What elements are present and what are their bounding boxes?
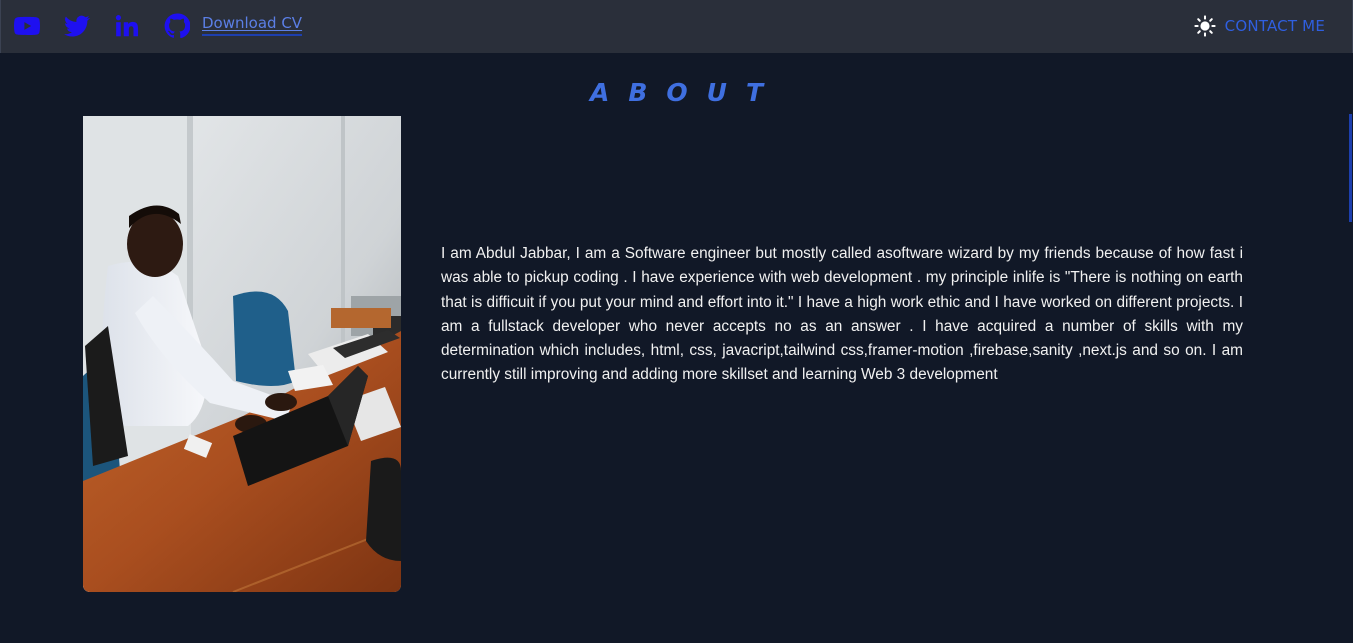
github-icon[interactable] [164, 13, 190, 39]
linkedin-icon[interactable] [114, 13, 140, 39]
contact-me-button[interactable]: CONTACT ME [1225, 17, 1325, 35]
navbar: Download CV CONTACT ME [0, 0, 1353, 53]
download-cv-link[interactable]: Download CV [202, 14, 303, 36]
profile-photo [83, 116, 401, 592]
scrollbar[interactable] [1349, 114, 1352, 222]
twitter-icon[interactable] [64, 13, 90, 39]
header-actions: CONTACT ME [1194, 14, 1325, 38]
sun-icon[interactable] [1194, 15, 1216, 37]
about-bio-text: I am Abdul Jabbar, I am a Software engin… [441, 245, 1243, 384]
page: Download CV CONTACT ME ABOUT I am Abdul … [0, 0, 1353, 643]
about-heading: ABOUT [589, 78, 782, 107]
social-links: Download CV [14, 12, 303, 40]
youtube-icon[interactable] [14, 13, 40, 39]
